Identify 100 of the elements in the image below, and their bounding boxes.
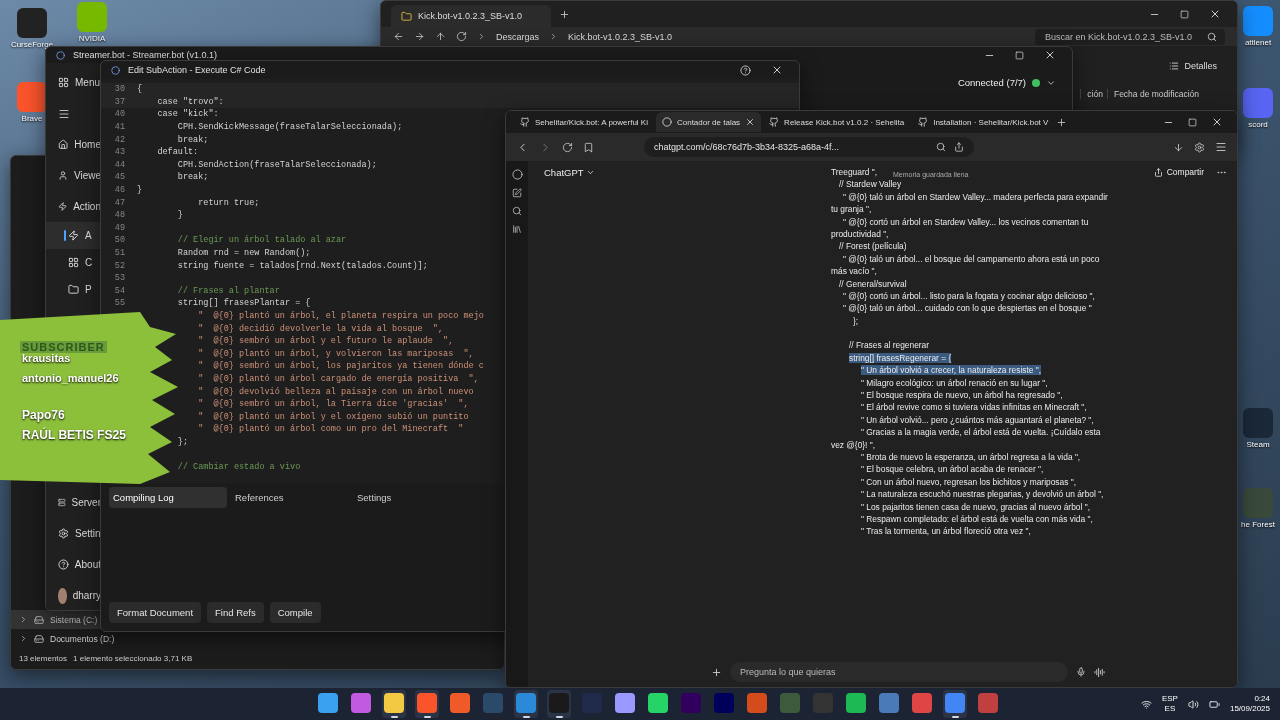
nav-icon xyxy=(58,170,68,181)
microphone-icon[interactable] xyxy=(1076,667,1086,677)
action-button[interactable]: Format Document xyxy=(109,602,202,623)
address-bar[interactable]: chatgpt.com/c/68c76d7b-3b34-8325-a68a-4f... xyxy=(644,137,974,157)
tab[interactable]: References xyxy=(231,487,349,508)
nav-icon xyxy=(58,528,69,539)
share-icon[interactable] xyxy=(954,142,964,152)
search-icon[interactable] xyxy=(512,206,522,216)
line-number: 46 xyxy=(113,185,126,196)
bookmark-icon[interactable] xyxy=(583,141,594,153)
prompt-field[interactable]: Pregunta lo que quieras xyxy=(730,662,1068,682)
language-indicator[interactable]: ESP xyxy=(1161,694,1178,704)
view-button[interactable]: Detalles xyxy=(1163,60,1223,72)
code-line: // Elegir un árbol talado al azar xyxy=(176,235,347,246)
code-line: break; xyxy=(176,134,209,145)
plus-icon[interactable] xyxy=(711,666,722,678)
app-shortcut-icon[interactable] xyxy=(17,82,47,112)
shortcut-label: NVIDIA xyxy=(78,34,106,43)
nav-icon xyxy=(58,201,68,212)
chevron-icon xyxy=(19,634,28,643)
drive-item[interactable]: Documentos (D:) xyxy=(11,629,121,648)
nav-item[interactable]: Server xyxy=(46,487,101,518)
taskbar-app-button[interactable] xyxy=(943,690,967,718)
browser-tab[interactable]: Sehelitar/Kick.bot: A powerful Ki xyxy=(514,112,654,132)
line-number: 37 xyxy=(113,96,126,107)
breadcrumb-item[interactable]: Descargas xyxy=(496,31,540,42)
action-button[interactable]: Compile xyxy=(269,602,321,623)
forward-icon[interactable] xyxy=(414,31,425,42)
column-header[interactable]: Fecha de modificación xyxy=(1106,89,1199,99)
running-indicator xyxy=(522,716,530,718)
up-icon[interactable] xyxy=(435,31,446,42)
running-indicator xyxy=(390,716,398,718)
nav-item[interactable]: A xyxy=(46,222,101,249)
new-tab-icon[interactable] xyxy=(559,8,570,20)
nav-item[interactable]: About xyxy=(46,549,101,580)
voice-icon[interactable] xyxy=(1094,666,1105,678)
refresh-icon[interactable] xyxy=(456,31,467,42)
taskbar-app-button[interactable] xyxy=(382,690,406,718)
action-button[interactable]: Find Refs xyxy=(207,602,264,623)
browser-tab[interactable]: Installation · Sehelitar/Kick.bot V xyxy=(912,112,1055,132)
menu-icon[interactable] xyxy=(58,107,70,120)
grid-icon xyxy=(58,77,69,88)
app-logo-icon xyxy=(56,50,65,60)
nav-item[interactable]: P xyxy=(46,276,101,303)
zoom-icon[interactable] xyxy=(936,142,946,152)
code-text: }; xyxy=(852,314,860,328)
search-field[interactable]: Buscar en Kick.bot-v1.0.2.3_SB-v1.0 xyxy=(1035,28,1225,45)
code-text: string[] frasesRegenerar = { xyxy=(848,351,953,365)
nav-item[interactable]: Home xyxy=(46,129,101,160)
language-indicator[interactable]: ES xyxy=(1164,704,1176,714)
code-line: }; xyxy=(176,436,188,447)
browser-tab[interactable]: Contador de talas xyxy=(655,112,762,132)
clock-time[interactable]: 0:24 xyxy=(1254,694,1270,704)
tab[interactable]: Compiling Log xyxy=(109,487,227,508)
taskbar-app-button[interactable] xyxy=(547,690,571,718)
nav-item[interactable]: C xyxy=(46,249,101,276)
line-number: 54 xyxy=(113,285,126,296)
code-line: CPH.SendKickMessage(fraseTalarSeleccionada); xyxy=(176,122,403,133)
share-icon xyxy=(1153,167,1163,177)
menu-button[interactable]: Menu xyxy=(46,67,101,98)
code-text: " Brota de nuevo la esperanza, un árbol regresa a la vida ", xyxy=(860,450,1082,464)
breadcrumb-item[interactable]: Kick.bot-v1.0.2.3_SB-v1.0 xyxy=(568,31,673,42)
code-line: default: xyxy=(156,147,199,158)
code-line: case "kick": xyxy=(156,109,219,120)
new-tab-icon[interactable] xyxy=(1056,116,1068,128)
column-header[interactable]: ción xyxy=(1080,89,1103,99)
line-number: 41 xyxy=(113,122,126,133)
code-line: string[] frasesPlantar = { xyxy=(176,298,311,309)
window-title: Streamer.bot - Streamer.bot (v1.0.1) xyxy=(73,50,218,60)
window-title: Edit SubAction - Execute C# Code xyxy=(128,65,266,75)
taskbar-app-button[interactable] xyxy=(514,690,538,718)
app-shortcut-icon[interactable] xyxy=(17,8,47,38)
share-button[interactable]: Compartir xyxy=(1147,166,1210,178)
running-indicator xyxy=(951,716,959,718)
taskbar-app-button[interactable] xyxy=(415,690,439,718)
back-icon[interactable] xyxy=(393,31,404,42)
nav-item[interactable]: Action xyxy=(46,191,101,222)
clock-date[interactable]: 15/09/2025 xyxy=(1229,704,1270,714)
settings-icon[interactable] xyxy=(1194,141,1205,153)
viewer-name: krausitas xyxy=(22,352,71,364)
line-number: 50 xyxy=(113,235,126,246)
user-item[interactable]: dharry xyxy=(46,580,101,610)
new-chat-icon[interactable] xyxy=(512,188,522,198)
nav-item[interactable]: Settin xyxy=(46,518,101,549)
library-icon[interactable] xyxy=(512,224,522,234)
download-icon[interactable] xyxy=(1173,141,1184,153)
reload-icon[interactable] xyxy=(562,141,573,153)
line-number: 49 xyxy=(113,222,126,233)
code-line: " @{0} plantó un árbol, y volvieron las mariposas ", xyxy=(197,348,474,359)
nav-item[interactable]: Viewe xyxy=(46,160,101,191)
menu-icon[interactable] xyxy=(1215,141,1227,153)
banner-title: SUBSCRIBER xyxy=(20,341,107,353)
close-tab-icon[interactable] xyxy=(745,117,756,127)
tab[interactable]: Settings xyxy=(353,487,471,508)
explorer-tab[interactable]: Kick.bot-v1.0.2.3_SB-v1.0 xyxy=(391,5,551,27)
model-selector[interactable]: ChatGPT xyxy=(538,165,601,179)
shortcut-label: Steam xyxy=(1246,440,1270,449)
line-number: 30 xyxy=(113,84,126,95)
drive-icon xyxy=(34,633,44,644)
browser-tab[interactable]: Release Kick.bot v1.0.2 · Sehelita xyxy=(763,112,911,132)
